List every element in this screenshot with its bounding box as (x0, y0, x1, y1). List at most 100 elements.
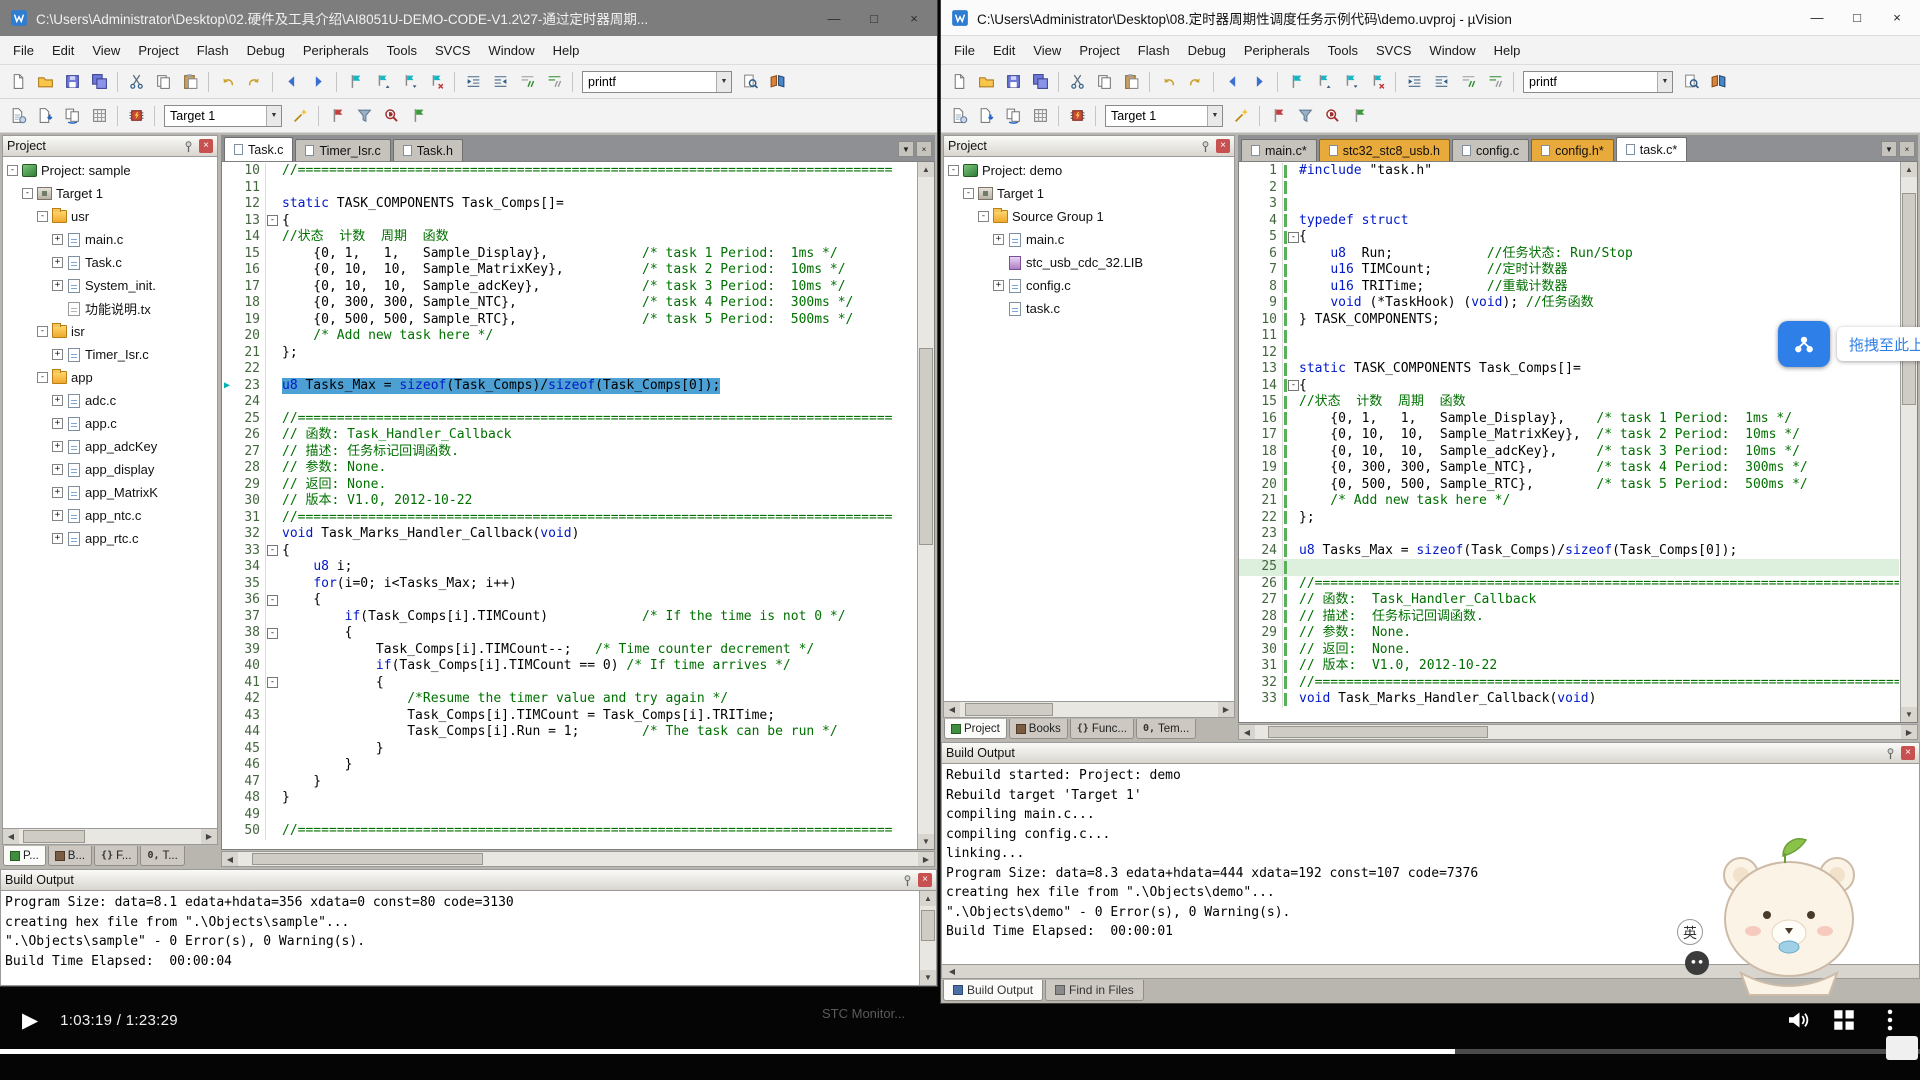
code-line[interactable]: 33void Task_Marks_Handler_Callback(void) (1239, 691, 1899, 708)
code-line[interactable]: 14//状态 计数 周期 函数 (222, 229, 916, 246)
maximize-button[interactable]: □ (1848, 10, 1866, 25)
code-line[interactable]: 38- { (222, 625, 916, 642)
code-line[interactable]: 18 {0, 10, 10, Sample_adcKey}, /* task 3… (1239, 444, 1899, 461)
code-line[interactable]: 17 {0, 10, 10, Sample_MatrixKey}, /* tas… (1239, 427, 1899, 444)
panel-tab-project[interactable]: Project (944, 719, 1007, 739)
code-line[interactable]: ▶23u8 Tasks_Max = sizeof(Task_Comps)/siz… (222, 378, 916, 395)
bookmark-previous-button[interactable] (1310, 69, 1336, 94)
editor-tab[interactable]: stc32_stc8_usb.h (1319, 139, 1450, 161)
code-line[interactable]: 34 u8 i; (222, 559, 916, 576)
editor-tab[interactable]: config.c (1452, 139, 1529, 161)
code-line[interactable]: 6 u8 Run; //任务状态: Run/Stop (1239, 246, 1899, 263)
code-line[interactable]: 32//====================================… (1239, 675, 1899, 692)
panel-close-button[interactable]: × (1216, 139, 1230, 153)
tree-item[interactable]: +main.c (3, 228, 217, 251)
code-area[interactable]: 1#include "task.h"234typedef struct5-{6 … (1238, 161, 1918, 723)
tree-item[interactable]: +app_ntc.c (3, 504, 217, 527)
editor-tab[interactable]: config.h* (1531, 139, 1614, 161)
target-options-button[interactable] (1228, 103, 1254, 128)
code-line[interactable]: 3 (1239, 196, 1899, 213)
code-line[interactable]: 37 if(Task_Comps[i].TIMCount) /* If the … (222, 609, 916, 626)
undo-button[interactable] (214, 69, 240, 94)
tree-item[interactable]: -Target 1 (944, 182, 1234, 205)
maximize-button[interactable]: □ (865, 11, 883, 26)
more-options-button[interactable] (1878, 1008, 1902, 1032)
menu-file[interactable]: File (4, 36, 43, 65)
menu-window[interactable]: Window (479, 36, 543, 65)
code-line[interactable]: 22}; (1239, 510, 1899, 527)
comment-selection-button[interactable] (514, 69, 540, 94)
project-hscrollbar[interactable]: ◀▶ (943, 702, 1235, 718)
menu-peripherals[interactable]: Peripherals (294, 36, 378, 65)
navigate-forward-button[interactable] (1246, 69, 1272, 94)
tree-expander[interactable]: - (37, 326, 48, 337)
code-line[interactable]: 48} (222, 790, 916, 807)
new-file-button[interactable] (5, 69, 31, 94)
code-line[interactable]: 47 } (222, 774, 916, 791)
editor-tab[interactable]: Task.c (224, 137, 293, 161)
paste-button[interactable] (177, 69, 203, 94)
tree-item[interactable]: +app.c (3, 412, 217, 435)
fold-marker[interactable]: - (267, 215, 278, 226)
funnel-button[interactable] (1292, 103, 1318, 128)
menu-project[interactable]: Project (1070, 36, 1128, 65)
panel-tab-books[interactable]: Books (1009, 719, 1068, 739)
pin-icon[interactable] (1198, 139, 1213, 154)
titlebar[interactable]: C:\Users\Administrator\Desktop\02.硬件及工具介… (0, 0, 937, 36)
code-line[interactable]: 25 (1239, 559, 1899, 576)
fold-marker[interactable]: - (267, 545, 278, 556)
tree-item[interactable]: -Project: demo (944, 159, 1234, 182)
uncomment-selection-button[interactable] (541, 69, 567, 94)
code-line[interactable]: 42 /*Resume the timer value and try agai… (222, 691, 916, 708)
code-line[interactable]: 28// 参数: None. (222, 460, 916, 477)
tree-item[interactable]: +Timer_Isr.c (3, 343, 217, 366)
code-line[interactable]: 31//====================================… (222, 510, 916, 527)
tree-item[interactable]: +app_MatrixK (3, 481, 217, 504)
code-line[interactable]: 21 /* Add new task here */ (1239, 493, 1899, 510)
code-line[interactable]: 41- { (222, 675, 916, 692)
load-flash-button[interactable] (1064, 103, 1090, 128)
green-flag-button[interactable] (1346, 103, 1372, 128)
editor-tab[interactable]: task.c* (1616, 137, 1688, 161)
load-flash-button[interactable] (123, 103, 149, 128)
navigate-back-button[interactable] (1219, 69, 1245, 94)
code-line[interactable]: 26//====================================… (1239, 576, 1899, 593)
uncomment-selection-button[interactable] (1482, 69, 1508, 94)
code-line[interactable]: 2 (1239, 180, 1899, 197)
tree-expander[interactable]: + (52, 464, 63, 475)
tree-expander[interactable]: + (52, 395, 63, 406)
tree-expander[interactable]: + (52, 280, 63, 291)
code-line[interactable]: 32void Task_Marks_Handler_Callback(void) (222, 526, 916, 543)
code-line[interactable]: 30// 返回: None. (1239, 642, 1899, 659)
bookmark-button[interactable] (1283, 69, 1309, 94)
debug-session-button[interactable] (1319, 103, 1345, 128)
tree-item[interactable]: +config.c (944, 274, 1234, 297)
tree-expander[interactable]: + (993, 280, 1004, 291)
tree-item[interactable]: -Project: sample (3, 159, 217, 182)
menu-project[interactable]: Project (129, 36, 187, 65)
scroll-right-arrow[interactable]: ▶ (1901, 728, 1917, 737)
green-flag-button[interactable] (405, 103, 431, 128)
code-line[interactable]: 17 {0, 10, 10, Sample_adcKey}, /* task 3… (222, 279, 916, 296)
tree-expander[interactable]: - (963, 188, 974, 199)
scroll-right-arrow[interactable]: ▶ (201, 832, 217, 841)
copy-button[interactable] (150, 69, 176, 94)
undo-button[interactable] (1155, 69, 1181, 94)
new-file-button[interactable] (946, 69, 972, 94)
menu-file[interactable]: File (945, 36, 984, 65)
menu-svcs[interactable]: SVCS (426, 36, 479, 65)
scroll-up-arrow[interactable]: ▲ (918, 162, 934, 177)
menu-view[interactable]: View (83, 36, 129, 65)
panel-tab-templates[interactable]: 0,T... (140, 846, 184, 866)
code-line[interactable]: 12static TASK_COMPONENTS Task_Comps[]= (222, 196, 916, 213)
close-button[interactable]: × (905, 11, 923, 26)
tree-expander[interactable]: - (948, 165, 959, 176)
code-line[interactable]: 25//====================================… (222, 411, 916, 428)
panel-tab-functions[interactable]: {}F... (94, 846, 138, 866)
tree-item[interactable]: -app (3, 366, 217, 389)
tree-item[interactable]: -Target 1 (3, 182, 217, 205)
editor-tab[interactable]: main.c* (1241, 139, 1317, 161)
code-line[interactable]: 27// 描述: 任务标记回调函数. (222, 444, 916, 461)
bookmark-next-button[interactable] (396, 69, 422, 94)
books-button[interactable] (1705, 69, 1731, 94)
